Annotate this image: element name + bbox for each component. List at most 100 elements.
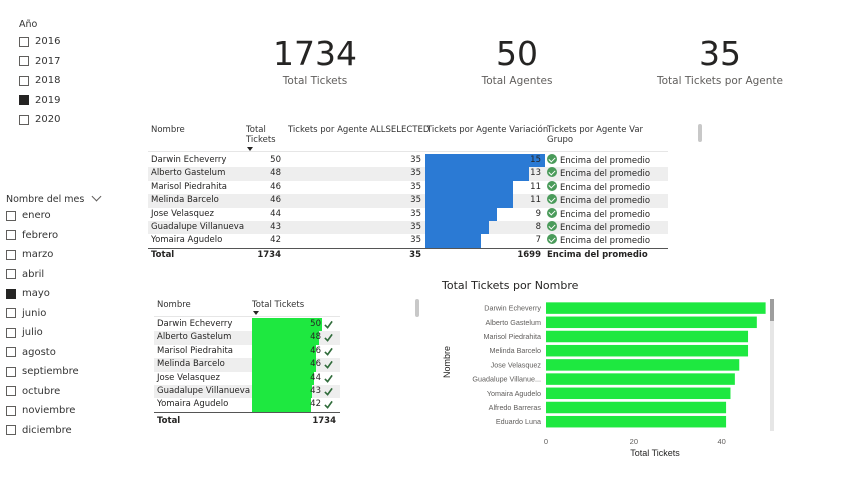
year-option[interactable]: 2019 bbox=[19, 91, 60, 111]
bar[interactable] bbox=[546, 359, 740, 371]
checkbox-icon[interactable] bbox=[6, 249, 16, 260]
column-header-nombre[interactable]: Nombre bbox=[157, 300, 191, 310]
bar[interactable] bbox=[546, 415, 727, 428]
checkbox-icon[interactable] bbox=[19, 75, 29, 86]
month-option[interactable]: febrero bbox=[6, 226, 79, 246]
table-row[interactable]: Darwin Echeverry 50 bbox=[154, 318, 340, 332]
year-option[interactable]: 2016 bbox=[19, 32, 60, 52]
category-label: Guadalupe Villanue... bbox=[472, 375, 541, 384]
x-tick-label: 20 bbox=[630, 437, 638, 446]
year-option[interactable]: 2018 bbox=[19, 71, 60, 91]
bar[interactable] bbox=[546, 302, 766, 314]
bar[interactable] bbox=[546, 401, 727, 414]
column-header-total-tickets[interactable]: Total Tickets bbox=[252, 300, 304, 310]
table-row[interactable]: Guadalupe Villanueva 43 35 8 Encima del prom… bbox=[148, 221, 668, 235]
month-option-label: octubre bbox=[22, 385, 61, 397]
table-row[interactable]: Melinda Barcelo 46 bbox=[154, 358, 340, 372]
table-row[interactable]: Alberto Gastelum 48 bbox=[154, 331, 340, 345]
month-option[interactable]: julio bbox=[6, 323, 79, 343]
checkbox-icon[interactable] bbox=[6, 347, 16, 358]
bar[interactable] bbox=[546, 330, 749, 343]
table-row[interactable]: Guadalupe Villanueva 43 bbox=[154, 385, 340, 399]
category-label: Marisol Piedrahita bbox=[483, 332, 541, 341]
bar[interactable] bbox=[546, 373, 735, 385]
table-row[interactable]: Darwin Echeverry 50 35 15 Encima del promedi… bbox=[148, 154, 668, 168]
month-option-label: enero bbox=[22, 210, 51, 222]
table-total-row: Total 1734 bbox=[154, 415, 340, 428]
column-header-variacion[interactable]: Tickets por Agente Variación bbox=[427, 125, 548, 135]
chart-scrollbar-thumb[interactable] bbox=[770, 299, 774, 321]
table-scrollbar[interactable] bbox=[698, 124, 702, 142]
table-row[interactable]: Jose Velasquez 44 35 9 Encima del promedio bbox=[148, 207, 668, 221]
total-tickets-table: Nombre Total Tickets Darwin Echeverry 50 A… bbox=[154, 299, 419, 431]
month-option[interactable]: septiembre bbox=[6, 362, 79, 382]
cell-var-grupo: Encima del promedio bbox=[547, 154, 650, 167]
table-row[interactable]: Yomaira Agudelo 42 35 7 Encima del promedio bbox=[148, 234, 668, 248]
checkbox-icon[interactable] bbox=[6, 288, 16, 299]
month-option[interactable]: octubre bbox=[6, 382, 79, 402]
cell-total-tickets: 48 bbox=[270, 168, 281, 179]
column-header-total-tickets[interactable]: Total Tickets bbox=[246, 125, 280, 145]
var-grupo-label: Encima del promedio bbox=[560, 236, 651, 247]
year-option-label: 2017 bbox=[35, 55, 61, 67]
month-option-label: diciembre bbox=[22, 424, 72, 436]
bar-chart: Darwin Echeverry Alberto Gastelum Marisol … bbox=[442, 299, 774, 458]
month-option[interactable]: agosto bbox=[6, 343, 79, 363]
column-header-var-grupo[interactable]: Tickets por Agente Var Grupo bbox=[547, 125, 668, 145]
checkbox-icon[interactable] bbox=[6, 366, 16, 377]
kpi-label: Total Tickets bbox=[282, 75, 348, 87]
year-option[interactable]: 2017 bbox=[19, 52, 60, 72]
cell-nombre: Yomaira Agudelo bbox=[151, 235, 223, 246]
checkbox-icon[interactable] bbox=[19, 36, 29, 47]
category-label: Jose Velasquez bbox=[491, 360, 542, 369]
month-option[interactable]: junio bbox=[6, 304, 79, 324]
cell-nombre: Marisol Piedrahita bbox=[157, 345, 234, 356]
cell-total-tickets: 46 bbox=[270, 181, 281, 192]
checkbox-icon[interactable] bbox=[6, 210, 16, 221]
total-tickets: 1734 bbox=[312, 416, 336, 426]
month-option-label: mayo bbox=[22, 288, 50, 300]
month-option[interactable]: enero bbox=[6, 206, 79, 226]
table-row[interactable]: Marisol Piedrahita 46 35 11 Encima del prome… bbox=[148, 180, 668, 195]
bar[interactable] bbox=[546, 387, 731, 400]
column-header-nombre[interactable]: Nombre bbox=[151, 125, 185, 135]
month-option[interactable]: noviembre bbox=[6, 401, 79, 421]
table-row[interactable]: Alberto Gastelum 48 35 13 Encima del promedi… bbox=[148, 167, 668, 181]
table-row[interactable]: Jose Velasquez 44 bbox=[154, 371, 340, 385]
bar[interactable] bbox=[546, 316, 757, 329]
checkbox-icon[interactable] bbox=[19, 56, 29, 67]
month-option[interactable]: mayo bbox=[6, 284, 79, 304]
cell-nombre: Darwin Echeverry bbox=[157, 319, 233, 329]
table-row[interactable]: Yomaira Agudelo 42 bbox=[154, 398, 340, 412]
year-option[interactable]: 2020 bbox=[19, 110, 60, 130]
table-row[interactable]: Marisol Piedrahita 46 bbox=[154, 344, 340, 359]
month-option[interactable]: abril bbox=[6, 265, 79, 285]
month-option[interactable]: marzo bbox=[6, 245, 79, 265]
cell-nombre: Yomaira Agudelo bbox=[157, 399, 229, 410]
bar[interactable] bbox=[546, 344, 749, 357]
chevron-down-icon[interactable] bbox=[91, 191, 102, 202]
year-slicer: 2016 2017 2018 2019 2020 bbox=[19, 32, 60, 130]
column-header-allselected[interactable]: Tickets por Agente ALLSELECTED bbox=[288, 125, 429, 135]
tickets-por-agente-table: Nombre Total Tickets Tickets por Agente … bbox=[148, 124, 702, 264]
kpi-value: 1734 bbox=[273, 34, 357, 73]
kpi-value: 50 bbox=[496, 34, 538, 73]
checkmark-icon bbox=[324, 361, 333, 370]
checkbox-icon[interactable] bbox=[6, 230, 16, 241]
check-circle-icon bbox=[547, 194, 557, 205]
cell-allselected: 35 bbox=[410, 181, 421, 192]
table-row[interactable]: Melinda Barcelo 46 35 11 Encima del promedio bbox=[148, 194, 668, 208]
checkbox-icon[interactable] bbox=[6, 425, 16, 436]
checkbox-icon[interactable] bbox=[19, 95, 29, 106]
checkbox-icon[interactable] bbox=[19, 114, 29, 125]
checkbox-icon[interactable] bbox=[6, 386, 16, 397]
sort-descending-icon[interactable] bbox=[253, 311, 259, 315]
checkbox-icon[interactable] bbox=[6, 269, 16, 280]
month-option[interactable]: diciembre bbox=[6, 421, 79, 441]
checkbox-icon[interactable] bbox=[6, 327, 16, 338]
checkbox-icon[interactable] bbox=[6, 308, 16, 319]
checkbox-icon[interactable] bbox=[6, 405, 16, 416]
var-grupo-label: Encima del promedio bbox=[560, 223, 651, 233]
table-scrollbar[interactable] bbox=[415, 299, 419, 317]
cell-variacion: 8 bbox=[535, 222, 541, 232]
